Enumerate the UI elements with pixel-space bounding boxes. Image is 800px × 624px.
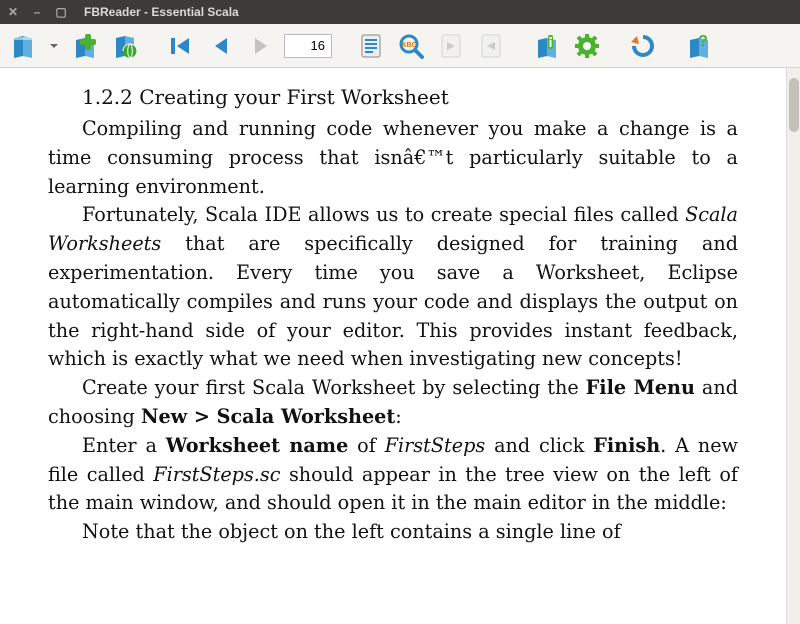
- scrollbar-thumb[interactable]: [789, 78, 799, 132]
- previous-page-button[interactable]: [204, 29, 238, 63]
- body-text: and click: [485, 434, 593, 457]
- svg-text:ABC: ABC: [401, 42, 416, 49]
- paragraph: Note that the object on the left contain…: [48, 518, 738, 547]
- library-button[interactable]: [6, 29, 40, 63]
- book-icon: [9, 32, 37, 60]
- arrow-right-icon: [247, 32, 275, 60]
- rotate-icon: [629, 32, 657, 60]
- close-icon[interactable]: ✕: [6, 5, 20, 19]
- book-info-icon: [533, 32, 561, 60]
- rotate-button[interactable]: [626, 29, 660, 63]
- emphasis-text: FirstSteps: [385, 434, 486, 457]
- chevron-down-icon: [49, 41, 59, 51]
- first-icon: [167, 32, 195, 60]
- paragraph: Create your first Scala Worksheet by sel…: [48, 374, 738, 432]
- add-book-button[interactable]: [68, 29, 102, 63]
- reader-viewport: 1.2.2 Creating your First Worksheet Comp…: [0, 68, 800, 624]
- body-text: Fortunately, Scala IDE allows us to crea…: [82, 203, 685, 226]
- search-abc-icon: ABC: [397, 32, 425, 60]
- strong-text: Worksheet name: [166, 434, 349, 457]
- strong-text: Finish: [593, 434, 660, 457]
- strong-text: New > Scala Worksheet: [141, 405, 395, 428]
- gear-icon: [573, 32, 601, 60]
- next-page-button[interactable]: [244, 29, 278, 63]
- window-titlebar: ✕ – ▢ FBReader - Essential Scala: [0, 0, 800, 24]
- minimize-icon[interactable]: –: [30, 5, 44, 19]
- book-globe-icon: [111, 32, 139, 60]
- book-plus-icon: [71, 32, 99, 60]
- section-heading: 1.2.2 Creating your First Worksheet: [48, 82, 738, 112]
- maximize-icon[interactable]: ▢: [54, 5, 68, 19]
- toolbar: ABC: [0, 24, 800, 68]
- library-menu-button[interactable]: [46, 29, 62, 63]
- find-next-button[interactable]: [434, 29, 468, 63]
- page-next-icon: [437, 32, 465, 60]
- paragraph: Enter a Worksheet name of FirstSteps and…: [48, 432, 738, 518]
- body-text: Enter a: [82, 434, 166, 457]
- strong-text: File Menu: [586, 376, 695, 399]
- page-content: 1.2.2 Creating your First Worksheet Comp…: [0, 68, 786, 624]
- network-library-button[interactable]: [108, 29, 142, 63]
- body-text: Create your first Scala Worksheet by sel…: [82, 376, 586, 399]
- find-previous-button[interactable]: [474, 29, 508, 63]
- book-help-icon: ?: [685, 32, 713, 60]
- emphasis-text: FirstSteps.sc: [153, 463, 280, 486]
- page-number-input[interactable]: [284, 34, 332, 58]
- paragraph: Compiling and running code whenever you …: [48, 115, 738, 201]
- book-info-button[interactable]: [530, 29, 564, 63]
- help-button[interactable]: ?: [682, 29, 716, 63]
- first-page-button[interactable]: [164, 29, 198, 63]
- body-text: :: [395, 405, 401, 428]
- svg-text:?: ?: [698, 33, 708, 50]
- body-text: of: [348, 434, 384, 457]
- vertical-scrollbar[interactable]: [786, 68, 800, 624]
- paragraph: Fortunately, Scala IDE allows us to crea…: [48, 201, 738, 374]
- page-prev-icon: [477, 32, 505, 60]
- preferences-button[interactable]: [570, 29, 604, 63]
- find-button[interactable]: ABC: [394, 29, 428, 63]
- window-title: FBReader - Essential Scala: [84, 5, 239, 19]
- page-lines-icon: [357, 32, 385, 60]
- toc-button[interactable]: [354, 29, 388, 63]
- arrow-left-icon: [207, 32, 235, 60]
